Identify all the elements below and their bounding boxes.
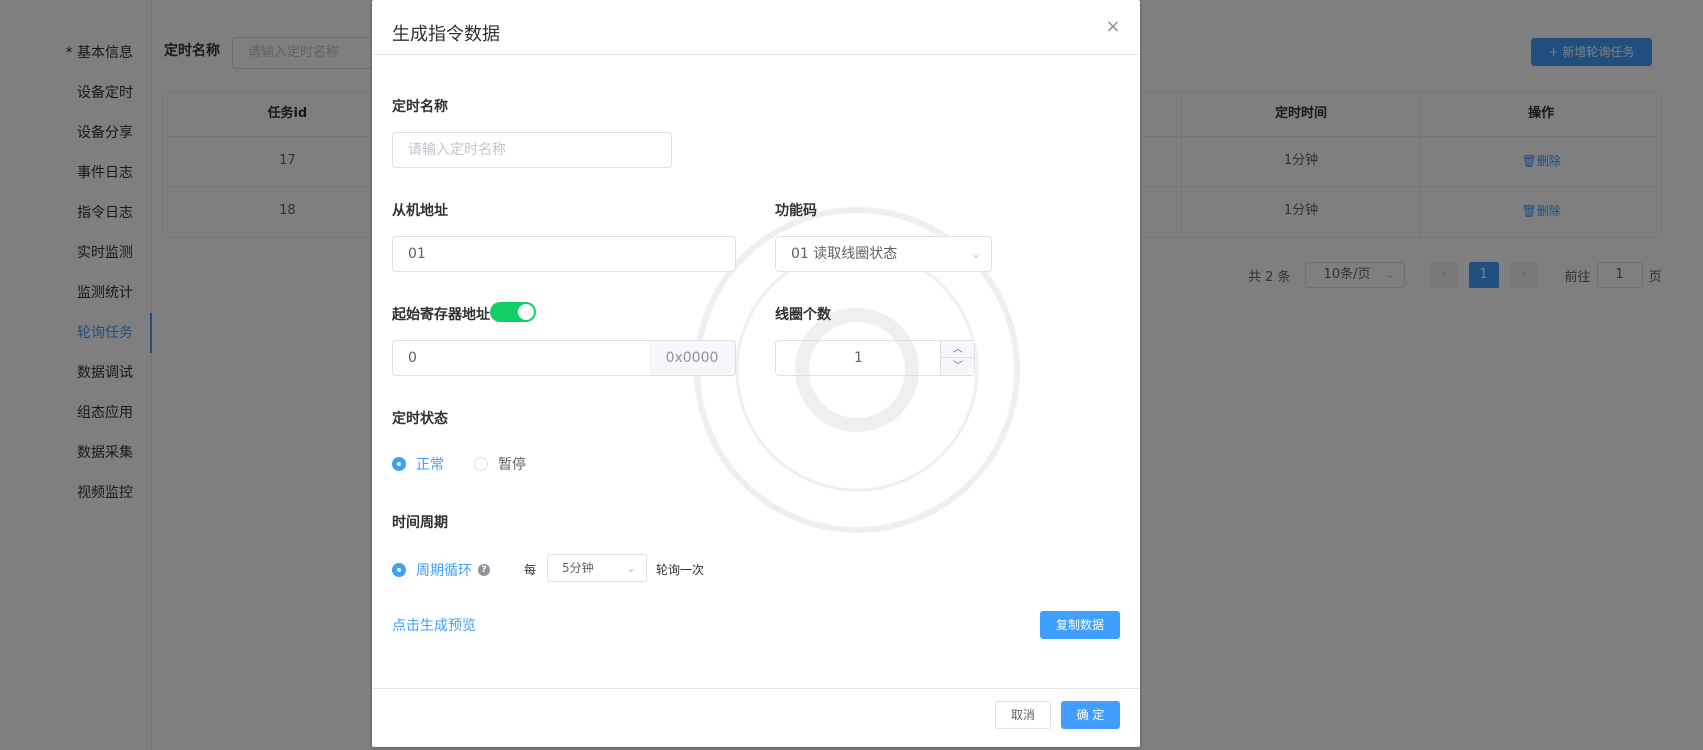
radio-dot	[392, 457, 406, 471]
chevron-down-icon: ⌄	[625, 561, 636, 575]
generate-command-dialog: 生成指令数据 × 定时名称 请输入定时名称 从机地址 01 功能码 01 读取线…	[372, 0, 1140, 747]
start-register-hex: 0x0000	[649, 340, 736, 376]
stepper-buttons: ︿ ﹀	[940, 341, 975, 375]
radio-label: 暂停	[498, 457, 526, 473]
chevron-down-icon: ⌄	[970, 247, 981, 261]
time-period-label: 时间周期	[392, 515, 448, 531]
status-radio-normal[interactable]: 正常	[392, 454, 444, 474]
hex-toggle-switch[interactable]	[490, 302, 536, 322]
switch-knob	[518, 304, 534, 320]
interval-select[interactable]: 5分钟 ⌄	[547, 554, 647, 582]
generate-preview-link[interactable]: 点击生成预览	[392, 615, 476, 635]
dialog-footer: 取消 确 定	[372, 688, 1140, 747]
cancel-button[interactable]: 取消	[995, 701, 1051, 729]
start-register-input[interactable]: 0	[392, 340, 650, 376]
interval-value: 5分钟	[562, 561, 594, 575]
confirm-button[interactable]: 确 定	[1061, 701, 1120, 729]
function-code-label: 功能码	[775, 203, 817, 219]
chevron-down-icon[interactable]: ﹀	[941, 358, 975, 375]
status-radio-paused[interactable]: 暂停	[474, 454, 526, 474]
coil-count-input[interactable]: 1	[776, 341, 941, 375]
timer-status-label: 定时状态	[392, 411, 448, 427]
timer-name-input[interactable]: 请输入定时名称	[392, 132, 672, 168]
function-code-value: 01 读取线圈状态	[791, 246, 898, 262]
slave-address-input[interactable]: 01	[392, 236, 736, 272]
start-register-label: 起始寄存器地址	[392, 307, 490, 323]
radio-label: 正常	[416, 457, 444, 473]
slave-address-label: 从机地址	[392, 203, 448, 219]
coil-count-label: 线圈个数	[775, 307, 831, 323]
radio-dot	[392, 563, 406, 577]
coil-count-stepper: 1 ︿ ﹀	[775, 340, 975, 376]
help-icon[interactable]: ?	[478, 564, 490, 576]
poll-once-label: 轮询一次	[656, 563, 705, 577]
radio-dot	[474, 457, 488, 471]
dialog-header: 生成指令数据 ×	[372, 0, 1140, 55]
timer-name-label: 定时名称	[392, 99, 448, 115]
copy-data-button[interactable]: 复制数据	[1040, 611, 1120, 639]
close-icon[interactable]: ×	[1102, 16, 1124, 38]
every-label: 每	[524, 563, 537, 577]
dialog-title: 生成指令数据	[392, 24, 500, 45]
radio-label: 周期循环	[416, 563, 472, 579]
chevron-up-icon[interactable]: ︿	[941, 341, 975, 358]
function-code-select[interactable]: 01 读取线圈状态 ⌄	[775, 236, 992, 272]
cycle-radio[interactable]: 周期循环 ?	[392, 560, 490, 580]
